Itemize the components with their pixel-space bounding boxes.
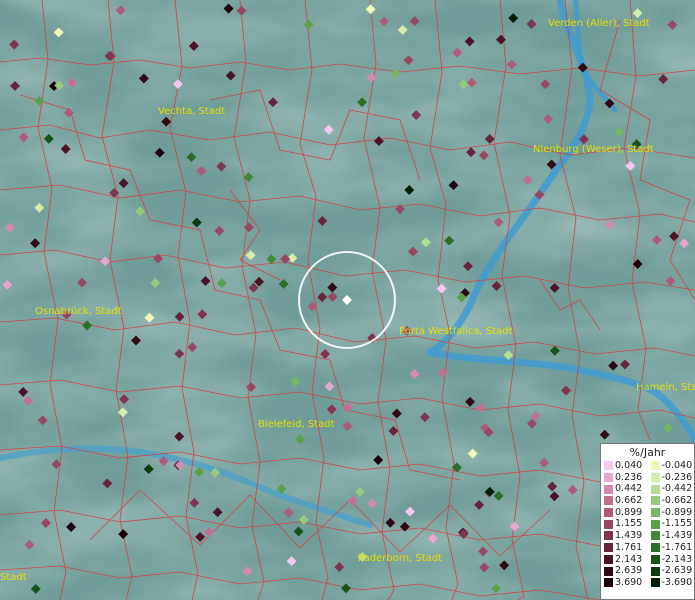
legend-row: 0.040 -0.040 [601, 460, 694, 472]
legend-value: -0.442 [661, 483, 693, 495]
legend-value: 3.690 [615, 576, 643, 588]
legend-entry-positive: 0.442 [601, 483, 648, 495]
legend-row: 1.439 -1.439 [601, 530, 694, 542]
legend-swatch [604, 554, 613, 564]
legend-swatch [604, 461, 613, 471]
legend-value: 0.442 [615, 483, 643, 495]
legend-value: -1.439 [661, 530, 693, 542]
legend-value: 1.439 [615, 530, 643, 542]
legend-entry-negative: -0.662 [648, 495, 695, 507]
city-label: Verden (Aller), Stadt [548, 18, 650, 29]
legend-entry-negative: -0.442 [648, 483, 695, 495]
legend-swatch [650, 461, 660, 471]
legend-swatch [650, 496, 660, 506]
legend-rows: 0.040 -0.040 0.236 -0.236 0.442 -0.442 0.662 -0… [601, 460, 694, 589]
city-label: Vechta, Stadt [158, 106, 225, 117]
legend-value: -2.143 [661, 553, 693, 565]
legend-entry-negative: -2.143 [648, 554, 695, 566]
legend-swatch [650, 484, 660, 494]
city-label: Osnabrück, Stadt [35, 306, 122, 317]
legend-value: -3.690 [661, 576, 693, 588]
legend-swatch [650, 531, 660, 541]
legend-row: 0.236 -0.236 [601, 472, 694, 484]
legend-entry-negative: -0.040 [648, 460, 695, 472]
legend-row: 1.155 -1.155 [601, 518, 694, 530]
legend-value: -0.662 [661, 495, 693, 507]
legend-entry-negative: -0.236 [648, 472, 695, 484]
legend-swatch [650, 566, 660, 576]
legend-swatch [604, 578, 613, 588]
city-label: Nienburg (Weser), Stadt [533, 144, 654, 155]
legend-row: 1.761 -1.761 [601, 542, 694, 554]
legend-entry-positive: 0.236 [601, 472, 648, 484]
legend-value: 0.899 [615, 506, 643, 518]
legend-value: 1.155 [615, 518, 643, 530]
legend-entry-positive: 3.690 [601, 577, 648, 589]
legend-value: 1.761 [615, 541, 643, 553]
legend-swatch [604, 473, 613, 483]
city-label: Bielefeld, Stadt [258, 419, 335, 430]
legend-entry-negative: -0.899 [648, 507, 695, 519]
legend-swatch [650, 554, 660, 564]
legend-title: %/Jahr [629, 446, 666, 459]
legend-swatch [650, 578, 660, 588]
legend-value: -1.155 [661, 518, 693, 530]
legend-value: -0.899 [661, 506, 693, 518]
city-label: Porta Westfalica, Stadt [399, 326, 513, 337]
legend-swatch [604, 484, 613, 494]
city-label: Hameln, Stadt [636, 382, 695, 393]
legend-row: 3.690 -3.690 [601, 577, 694, 589]
legend: %/Jahr 0.040 -0.040 0.236 -0.236 0.442 -0.442… [600, 443, 695, 600]
legend-value: -2.639 [661, 565, 693, 577]
legend-swatch [650, 543, 660, 553]
legend-value: 0.662 [615, 495, 643, 507]
legend-swatch [604, 508, 613, 518]
legend-swatch [604, 496, 613, 506]
legend-entry-positive: 1.439 [601, 530, 648, 542]
legend-entry-positive: 1.761 [601, 542, 648, 554]
legend-entry-negative: -1.439 [648, 530, 695, 542]
legend-value: -0.236 [661, 471, 693, 483]
legend-entry-negative: -3.690 [648, 577, 695, 589]
legend-swatch [650, 473, 660, 483]
city-label: Paderborn, Stadt [358, 553, 442, 564]
city-label: Stadt [0, 572, 27, 583]
legend-entry-positive: 2.639 [601, 565, 648, 577]
legend-entry-positive: 0.662 [601, 495, 648, 507]
legend-entry-positive: 0.040 [601, 460, 648, 472]
legend-row: 2.639 -2.639 [601, 565, 694, 577]
legend-row: 2.143 -2.143 [601, 554, 694, 566]
legend-swatch [604, 543, 613, 553]
map-canvas[interactable]: Verden (Aller), Stadt Vechta, Stadt Nienbu… [0, 0, 695, 600]
legend-entry-negative: -2.639 [648, 565, 695, 577]
legend-value: -1.761 [661, 541, 693, 553]
legend-value: 2.143 [615, 553, 643, 565]
legend-row: 0.662 -0.662 [601, 495, 694, 507]
legend-value: -0.040 [661, 460, 693, 471]
legend-value: 2.639 [615, 565, 643, 577]
legend-entry-negative: -1.761 [648, 542, 695, 554]
legend-row: 0.442 -0.442 [601, 483, 694, 495]
legend-swatch [650, 519, 660, 529]
legend-swatch [604, 566, 613, 576]
legend-swatch [650, 508, 660, 518]
legend-entry-positive: 1.155 [601, 518, 648, 530]
legend-entry-positive: 2.143 [601, 554, 648, 566]
legend-swatch [604, 531, 613, 541]
legend-entry-negative: -1.155 [648, 518, 695, 530]
legend-swatch [604, 519, 613, 529]
legend-entry-positive: 0.899 [601, 507, 648, 519]
legend-value: 0.040 [615, 460, 643, 471]
legend-value: 0.236 [615, 471, 643, 483]
legend-row: 0.899 -0.899 [601, 507, 694, 519]
